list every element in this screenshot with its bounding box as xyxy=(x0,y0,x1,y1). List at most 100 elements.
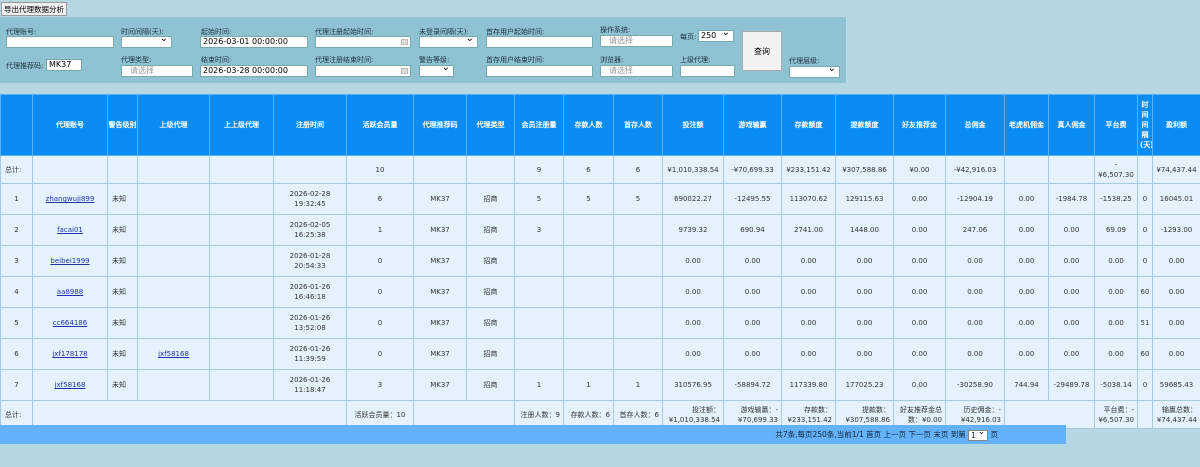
agent-account-link[interactable]: facai01 xyxy=(57,226,83,234)
summary-cell: - ¥6,507.30 xyxy=(1094,155,1138,184)
login-interval-select[interactable] xyxy=(419,34,478,48)
table-cell: 0.00 xyxy=(893,276,946,308)
table-cell: 0.00 xyxy=(1004,338,1049,370)
table-cell: 0.00 xyxy=(1152,338,1200,370)
referral-code-input[interactable]: MK37 xyxy=(46,59,82,71)
agent-account-link[interactable]: cc664186 xyxy=(53,319,87,327)
os-select[interactable]: 请选择 xyxy=(600,35,673,47)
table-cell: 未知 xyxy=(107,245,138,277)
agent-account-link[interactable]: jxf58168 xyxy=(55,381,86,389)
table-cell: 2 xyxy=(0,214,33,246)
page-select[interactable]: 1 xyxy=(968,428,989,441)
pagination: 共7条,每页250条,当前1/1 首页 上一页 下一页 末页 到第 1 页 xyxy=(0,425,1066,444)
table-cell: 0.00 xyxy=(1048,214,1095,246)
summary-cell: 总计: xyxy=(0,155,33,184)
table-cell: 744.94 xyxy=(1004,369,1049,401)
table-cell: MK37 xyxy=(413,245,467,277)
filter-panel: 代理账号: 代理推荐码: MK37 时间间隔(天): 代理类型: 请选择 起始时… xyxy=(0,17,846,83)
table-header-row: 代理账号 警告级别 上级代理 上上级代理 注册时间 活跃会员量 代理推荐码 代理类型 会员注册量… xyxy=(0,94,1200,156)
table-cell: 0.00 xyxy=(893,245,946,277)
pagination-summary[interactable]: 共7条,每页250条,当前1/1 首页 上一页 下一页 末页 到第 xyxy=(775,430,965,439)
table-cell xyxy=(137,245,210,277)
table-cell: 2026-01-28 20:54:33 xyxy=(273,245,347,277)
first-dep-start-input[interactable] xyxy=(486,36,593,48)
start-time-input[interactable]: 2026-03-01 00:00:00 xyxy=(200,36,308,48)
warning-level-select[interactable] xyxy=(419,63,454,77)
table-cell: zhangwuji899 xyxy=(32,183,108,215)
summary-cell xyxy=(209,155,274,184)
column-header: 首存人数 xyxy=(613,94,663,156)
end-time-input[interactable]: 2026-03-28 00:00:00 xyxy=(200,65,308,77)
table-cell: 1 xyxy=(613,369,663,401)
summary-cell xyxy=(1048,155,1095,184)
reg-end-input[interactable] xyxy=(315,65,411,77)
agent-account-link[interactable]: zhangwuji899 xyxy=(46,195,95,203)
table-cell: 未知 xyxy=(107,214,138,246)
table-cell: MK37 xyxy=(413,307,467,339)
summary-cell xyxy=(1137,400,1153,429)
reg-start-input[interactable] xyxy=(315,36,411,48)
agent-type-select[interactable]: 请选择 xyxy=(121,65,193,77)
table-cell: -58894.72 xyxy=(723,369,782,401)
column-header: 活跃会员量 xyxy=(346,94,414,156)
column-header: 真人佣金 xyxy=(1048,94,1095,156)
column-header: 好友推荐金 xyxy=(893,94,946,156)
os-label: 操作系统: xyxy=(600,26,631,34)
table-cell xyxy=(209,245,274,277)
table-cell: 0.00 xyxy=(723,245,782,277)
agent-level-select[interactable] xyxy=(789,64,840,78)
agent-account-link[interactable]: jxf178178 xyxy=(52,350,87,358)
parent-agent-link[interactable]: jxf58168 xyxy=(158,350,189,358)
column-header: 投注额 xyxy=(662,94,724,156)
table-cell: 0.00 xyxy=(1004,183,1049,215)
table-cell xyxy=(514,307,564,339)
agent-account-link[interactable]: aa8988 xyxy=(57,288,83,296)
summary-cell: 平台费：-¥6,507.30 xyxy=(1094,400,1138,429)
agent-type-label: 代理类型: xyxy=(121,56,152,64)
calendar-icon[interactable] xyxy=(401,68,408,74)
table-cell xyxy=(514,245,564,277)
export-agent-data-button[interactable]: 导出代理数据分析 xyxy=(1,2,67,16)
column-header: 老虎机佣金 xyxy=(1004,94,1049,156)
table-cell xyxy=(613,245,663,277)
table-cell: 0.00 xyxy=(1004,245,1049,277)
first-dep-end-input[interactable] xyxy=(486,65,593,77)
table-cell: 0.00 xyxy=(893,338,946,370)
table-cell: 未知 xyxy=(107,369,138,401)
table-cell: facai01 xyxy=(32,214,108,246)
browser-label: 浏览器: xyxy=(600,56,624,64)
table-cell: 0.00 xyxy=(893,369,946,401)
table-cell: 0.00 xyxy=(1094,338,1138,370)
table-cell: 2026-01-26 16:46:18 xyxy=(273,276,347,308)
parent-agent-input[interactable] xyxy=(680,65,735,77)
table-cell: 2026-01-26 13:52:08 xyxy=(273,307,347,339)
table-cell: 0.00 xyxy=(662,307,724,339)
end-time-label: 结束时间: xyxy=(201,56,232,64)
table-cell: 0 xyxy=(1137,369,1153,401)
table-cell: -12904.19 xyxy=(945,183,1005,215)
table-cell: 0.00 xyxy=(1048,245,1095,277)
agent-account-link[interactable]: beibei1999 xyxy=(50,257,89,265)
table-cell xyxy=(613,214,663,246)
query-button[interactable]: 查询 xyxy=(742,31,782,71)
summary-cell: ¥0.00 xyxy=(893,155,946,184)
per-page-select[interactable]: 250 xyxy=(698,28,734,42)
summary-cell xyxy=(413,155,467,184)
table-cell: 2741.00 xyxy=(781,214,836,246)
table-cell xyxy=(613,307,663,339)
browser-select[interactable]: 请选择 xyxy=(600,65,673,77)
column-header: 注册时间 xyxy=(273,94,347,156)
summary-cell: 10 xyxy=(346,155,414,184)
column-header: 警告级别 xyxy=(107,94,138,156)
column-header: 代理推荐码 xyxy=(413,94,467,156)
time-interval-select[interactable] xyxy=(121,34,172,48)
table-cell: 0.00 xyxy=(723,307,782,339)
column-header: 总佣金 xyxy=(945,94,1005,156)
agent-account-input[interactable] xyxy=(6,36,114,48)
table-cell xyxy=(613,276,663,308)
summary-cell xyxy=(1004,155,1049,184)
calendar-icon[interactable] xyxy=(401,39,408,45)
table-row: 6 jxf178178 未知 jxf58168 2026-01-26 11:39:59 0… xyxy=(0,338,1200,370)
table-cell xyxy=(514,276,564,308)
table-cell: 0.00 xyxy=(781,245,836,277)
